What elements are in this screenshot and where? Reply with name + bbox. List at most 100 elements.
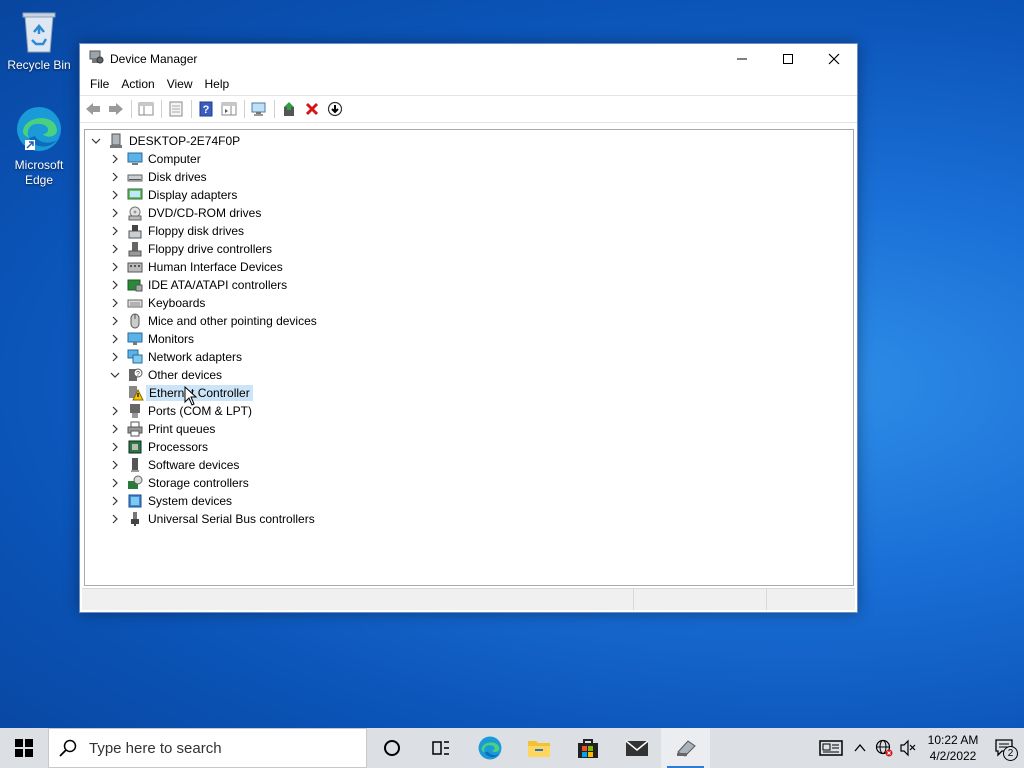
news-widget-button[interactable] bbox=[814, 728, 848, 768]
status-pane-3 bbox=[767, 589, 853, 610]
tree-category-monitors[interactable]: Monitors bbox=[109, 330, 194, 348]
tree-category-system-devices[interactable]: System devices bbox=[109, 492, 232, 510]
menu-help[interactable]: Help bbox=[199, 77, 236, 91]
tree-category-ports-com-lpt[interactable]: Ports (COM & LPT) bbox=[109, 402, 252, 420]
close-button[interactable] bbox=[811, 44, 857, 73]
tree-item-label: Storage controllers bbox=[148, 476, 249, 490]
chevron-right-icon[interactable] bbox=[109, 315, 121, 327]
cortana-button[interactable] bbox=[367, 728, 416, 768]
device-tree[interactable]: DESKTOP-2E74F0P Computer Disk drives Displ… bbox=[84, 129, 854, 586]
taskbar-clock[interactable]: 10:22 AM 4/2/2022 bbox=[920, 732, 986, 764]
chevron-right-icon[interactable] bbox=[109, 351, 121, 363]
menu-action[interactable]: Action bbox=[115, 77, 160, 91]
chevron-right-icon[interactable] bbox=[109, 153, 121, 165]
chevron-right-icon[interactable] bbox=[109, 243, 121, 255]
chevron-right-icon[interactable] bbox=[109, 279, 121, 291]
mail-icon bbox=[625, 740, 648, 756]
forward-button[interactable] bbox=[105, 98, 127, 120]
edge-icon bbox=[17, 107, 61, 151]
chevron-right-icon[interactable] bbox=[109, 297, 121, 309]
menu-file[interactable]: File bbox=[84, 77, 115, 91]
menu-bar: File Action View Help bbox=[80, 73, 857, 95]
taskbar-file-explorer[interactable] bbox=[514, 728, 563, 768]
desktop-icon-recycle-bin[interactable]: Recycle Bin bbox=[3, 8, 75, 73]
properties-button[interactable] bbox=[165, 98, 187, 120]
tree-root[interactable]: DESKTOP-2E74F0P bbox=[90, 132, 240, 150]
taskbar-edge[interactable] bbox=[465, 728, 514, 768]
show-hide-console-tree-button[interactable] bbox=[135, 98, 157, 120]
chevron-right-icon[interactable] bbox=[109, 513, 121, 525]
tree-category-software-devices[interactable]: Software devices bbox=[109, 456, 239, 474]
floppy-controller-icon bbox=[127, 241, 143, 257]
software-device-icon bbox=[127, 457, 143, 473]
desktop-icon-edge[interactable]: Microsoft Edge bbox=[3, 104, 75, 188]
tree-category-disk-drives[interactable]: Disk drives bbox=[109, 168, 207, 186]
network-adapter-icon bbox=[127, 349, 143, 365]
tree-category-other-devices[interactable]: ? Other devices bbox=[109, 366, 222, 384]
chevron-right-icon[interactable] bbox=[109, 207, 121, 219]
tree-category-human-interface-devices[interactable]: Human Interface Devices bbox=[109, 258, 283, 276]
chevron-right-icon[interactable] bbox=[109, 171, 121, 183]
back-button[interactable] bbox=[82, 98, 104, 120]
maximize-button[interactable] bbox=[765, 44, 811, 73]
chevron-down-icon[interactable] bbox=[109, 369, 121, 381]
chevron-right-icon[interactable] bbox=[109, 225, 121, 237]
system-devices-icon bbox=[127, 493, 143, 509]
disable-device-button[interactable] bbox=[324, 98, 346, 120]
recycle-bin-label: Recycle Bin bbox=[7, 58, 71, 72]
tree-item-label: Floppy drive controllers bbox=[148, 242, 273, 256]
network-status-button[interactable] bbox=[872, 728, 896, 768]
chevron-right-icon[interactable] bbox=[109, 261, 121, 273]
mouse-pointer-icon bbox=[184, 386, 198, 406]
taskbar-search-box[interactable]: Type here to search bbox=[48, 728, 367, 768]
computer-icon bbox=[127, 151, 143, 167]
action-center-button[interactable]: 2 bbox=[986, 728, 1024, 768]
taskbar-mail[interactable] bbox=[612, 728, 661, 768]
tree-category-keyboards[interactable]: Keyboards bbox=[109, 294, 205, 312]
volume-button[interactable] bbox=[896, 728, 920, 768]
chevron-right-icon[interactable] bbox=[109, 477, 121, 489]
help-icon: ? bbox=[199, 101, 213, 117]
help-button[interactable]: ? bbox=[195, 98, 217, 120]
taskbar-device-manager[interactable] bbox=[661, 728, 710, 768]
tree-category-processors[interactable]: Processors bbox=[109, 438, 208, 456]
chevron-right-icon[interactable] bbox=[109, 423, 121, 435]
scan-hardware-button[interactable] bbox=[248, 98, 270, 120]
tree-category-dvd-cd-rom-drives[interactable]: DVD/CD-ROM drives bbox=[109, 204, 261, 222]
tree-category-floppy-drive-controllers[interactable]: Floppy drive controllers bbox=[109, 240, 272, 258]
update-driver-button[interactable] bbox=[278, 98, 300, 120]
tree-category-universal-serial-bus-controllers[interactable]: Universal Serial Bus controllers bbox=[109, 510, 315, 528]
menu-view[interactable]: View bbox=[161, 77, 199, 91]
uninstall-device-button[interactable] bbox=[301, 98, 323, 120]
show-hidden-icons-button[interactable] bbox=[848, 728, 872, 768]
chevron-right-icon[interactable] bbox=[109, 459, 121, 471]
edge-label-line1: Microsoft bbox=[14, 158, 64, 172]
tree-item-label: Mice and other pointing devices bbox=[148, 314, 317, 328]
tree-category-print-queues[interactable]: Print queues bbox=[109, 420, 215, 438]
minimize-button[interactable] bbox=[719, 44, 765, 73]
tree-category-mice-and-other-pointing-devices[interactable]: Mice and other pointing devices bbox=[109, 312, 317, 330]
chevron-right-icon[interactable] bbox=[109, 333, 121, 345]
taskbar-microsoft-store[interactable] bbox=[563, 728, 612, 768]
action-pane-button[interactable] bbox=[218, 98, 240, 120]
chevron-right-icon[interactable] bbox=[109, 495, 121, 507]
start-button[interactable] bbox=[0, 728, 48, 768]
tree-category-display-adapters[interactable]: Display adapters bbox=[109, 186, 237, 204]
task-view-button[interactable] bbox=[416, 728, 465, 768]
chevron-down-icon[interactable] bbox=[90, 135, 102, 147]
tree-item-label: Human Interface Devices bbox=[148, 260, 283, 274]
recycle-bin-icon bbox=[22, 12, 56, 53]
tree-category-network-adapters[interactable]: Network adapters bbox=[109, 348, 242, 366]
tree-category-floppy-disk-drives[interactable]: Floppy disk drives bbox=[109, 222, 244, 240]
other-devices-icon: ? bbox=[127, 367, 143, 383]
chevron-right-icon[interactable] bbox=[109, 441, 121, 453]
chevron-right-icon[interactable] bbox=[109, 405, 121, 417]
chevron-right-icon[interactable] bbox=[109, 189, 121, 201]
toolbar-separator bbox=[191, 100, 192, 118]
tree-category-ide-ata-atapi-controllers[interactable]: IDE ATA/ATAPI controllers bbox=[109, 276, 287, 294]
title-bar[interactable]: Device Manager bbox=[80, 44, 857, 73]
console-tree-icon bbox=[138, 102, 154, 116]
device-manager-window: Device Manager File Action View Help ? D… bbox=[79, 43, 858, 613]
tree-category-computer[interactable]: Computer bbox=[109, 150, 201, 168]
tree-category-storage-controllers[interactable]: Storage controllers bbox=[109, 474, 249, 492]
